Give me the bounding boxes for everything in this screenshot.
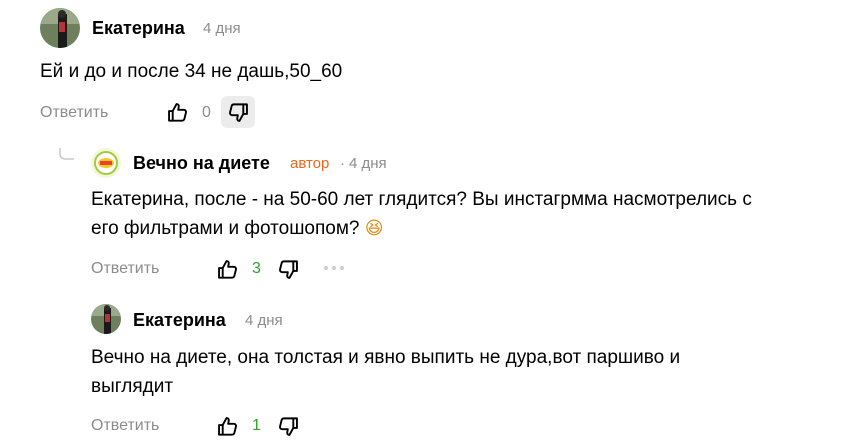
comment-time: 4 дня [349, 155, 387, 172]
dislike-button[interactable] [275, 412, 301, 440]
avatar[interactable] [91, 148, 121, 178]
thumbs-down-icon [227, 101, 250, 124]
comment-text-line-1: Екатерина, после - на 50-60 лет глядится… [91, 189, 752, 210]
avatar[interactable] [40, 8, 80, 48]
reply-button[interactable]: Ответить [40, 104, 108, 122]
comment-author[interactable]: Екатерина [133, 310, 226, 331]
like-button[interactable] [214, 255, 240, 283]
dislike-button[interactable] [221, 96, 255, 128]
thumbs-up-icon [216, 415, 239, 438]
comment-author[interactable]: Вечно на диете [133, 153, 270, 174]
like-button[interactable] [164, 98, 190, 126]
thread-connector-icon [59, 148, 74, 160]
comment-text-line-1: Вечно на диете, она толстая и явно выпит… [91, 347, 681, 368]
meta-separator: · [340, 155, 345, 172]
comment-text: Ей и до и после 34 не дашь,50_60 [40, 61, 343, 82]
avatar[interactable] [91, 304, 121, 334]
comment-time: 4 дня [245, 312, 283, 329]
dislike-button[interactable] [275, 255, 301, 283]
author-badge: автор [290, 155, 330, 172]
thumbs-down-icon [277, 415, 300, 438]
like-button[interactable] [214, 412, 240, 440]
laughing-emoji-icon: 😆 [364, 218, 384, 239]
comment-author[interactable]: Екатерина [92, 18, 185, 39]
comment-text-line-2: выглядит [91, 376, 174, 397]
like-count: 3 [252, 260, 261, 277]
like-count: 0 [202, 104, 211, 121]
thumbs-down-icon [277, 258, 300, 281]
comment-time: 4 дня [203, 20, 241, 37]
reply-button[interactable]: Ответить [91, 260, 159, 278]
thumbs-up-icon [216, 258, 239, 281]
like-count: 1 [252, 417, 261, 434]
thumbs-up-icon [166, 101, 189, 124]
comment-text-content: его фильтрами и фотошопом? [91, 218, 360, 239]
comment-text-line-2: его фильтрами и фотошопом? 😆 [91, 214, 384, 244]
more-icon[interactable] [324, 266, 344, 270]
reply-button[interactable]: Ответить [91, 417, 159, 435]
